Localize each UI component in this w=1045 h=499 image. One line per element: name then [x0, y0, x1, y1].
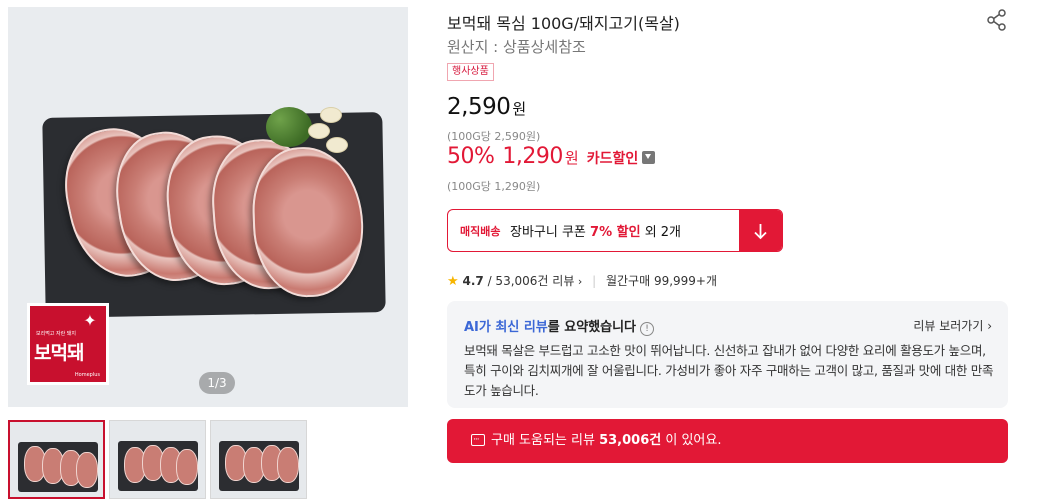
sale-price-row: 50% 1,290 원 카드할인: [447, 144, 656, 176]
review-cta-label: 구매 도움되는 리뷰 53,006건 이 있어요.: [491, 433, 722, 448]
coupon-download-button[interactable]: [739, 210, 782, 251]
share-icon[interactable]: [985, 8, 1009, 32]
garlic-garnish-graphic: [326, 137, 348, 153]
chevron-right-icon[interactable]: ›: [574, 275, 582, 288]
coupon-box[interactable]: 매직배송 장바구니 쿠폰 7% 할인 외 2개: [447, 209, 783, 252]
rating-row: ★ 4.7 / 53,006건 리뷰 › | 월간구매 99,999+개: [447, 272, 717, 289]
regular-price: 2,590: [447, 94, 511, 120]
star-icon: ★: [447, 274, 459, 289]
ai-summary-text: 보먹돼 목살은 부드럽고 고소한 맛이 뛰어납니다. 신선하고 잡내가 없어 다…: [464, 343, 994, 398]
regular-price-row: 2,590 원: [447, 94, 526, 124]
ai-review-summary: AI가 최신 리뷰를 요약했습니다! 리뷰 보러가기 › 보먹돼 목살은 부드럽…: [447, 301, 1008, 408]
rating-score: 4.7: [462, 274, 484, 288]
divider: |: [592, 274, 597, 288]
logo-brand: Homeplus: [74, 372, 100, 378]
garlic-garnish-graphic: [308, 123, 330, 139]
ai-summary-title: AI가 최신 리뷰를 요약했습니다!: [464, 316, 654, 336]
thumb-meat-graphic: [277, 447, 299, 483]
info-icon[interactable]: !: [640, 322, 654, 336]
currency-label: 원: [512, 100, 527, 118]
thumbnail-2[interactable]: [109, 420, 206, 499]
brand-logo: ✦ 보리먹고 자란 돼지 보먹돼 Homeplus: [27, 303, 109, 385]
thumb-meat-graphic: [76, 452, 98, 488]
maple-leaf-icon: ✦: [83, 311, 97, 330]
thumbnail-strip: [8, 420, 308, 499]
review-cta-button[interactable]: 구매 도움되는 리뷰 53,006건 이 있어요.: [447, 418, 1008, 463]
main-product-image[interactable]: ✦ 보리먹고 자란 돼지 보먹돼 Homeplus 1/3: [8, 7, 408, 407]
coupon-text: 장바구니 쿠폰 7% 할인 외 2개: [510, 225, 682, 240]
review-count-link[interactable]: / 53,006건 리뷰: [488, 274, 575, 288]
coupon-tag: 매직배송: [460, 225, 501, 238]
sale-currency-label: 원: [564, 149, 579, 167]
unit-price: (100G당 2,590원): [447, 130, 541, 143]
thumbnail-1[interactable]: [8, 420, 105, 499]
garlic-garnish-graphic: [320, 107, 342, 123]
event-badge: 행사상품: [447, 63, 494, 81]
product-title: 보먹돼 목심 100G/돼지고기(목살): [447, 14, 680, 33]
view-reviews-link[interactable]: 리뷰 보러가기 ›: [913, 317, 992, 334]
thumbnail-3[interactable]: [210, 420, 307, 499]
broccoli-garnish-graphic: [266, 107, 312, 147]
logo-subtext: 보리먹고 자란 돼지: [36, 331, 76, 337]
speech-bubble-icon: [471, 418, 485, 462]
card-discount-label[interactable]: 카드할인: [587, 151, 639, 167]
image-page-indicator: 1/3: [199, 372, 235, 394]
sale-price: 1,290: [502, 144, 563, 169]
arrow-down-icon: [754, 224, 767, 240]
discount-percent: 50%: [447, 144, 495, 169]
monthly-purchases: 월간구매 99,999+개: [605, 274, 718, 288]
chevron-down-icon[interactable]: [642, 151, 656, 164]
logo-text: 보먹돼: [34, 342, 84, 364]
sale-unit-price: (100G당 1,290원): [447, 180, 541, 193]
thumb-meat-graphic: [176, 449, 198, 485]
origin-info: 원산지 : 상품상세참조: [447, 38, 586, 56]
